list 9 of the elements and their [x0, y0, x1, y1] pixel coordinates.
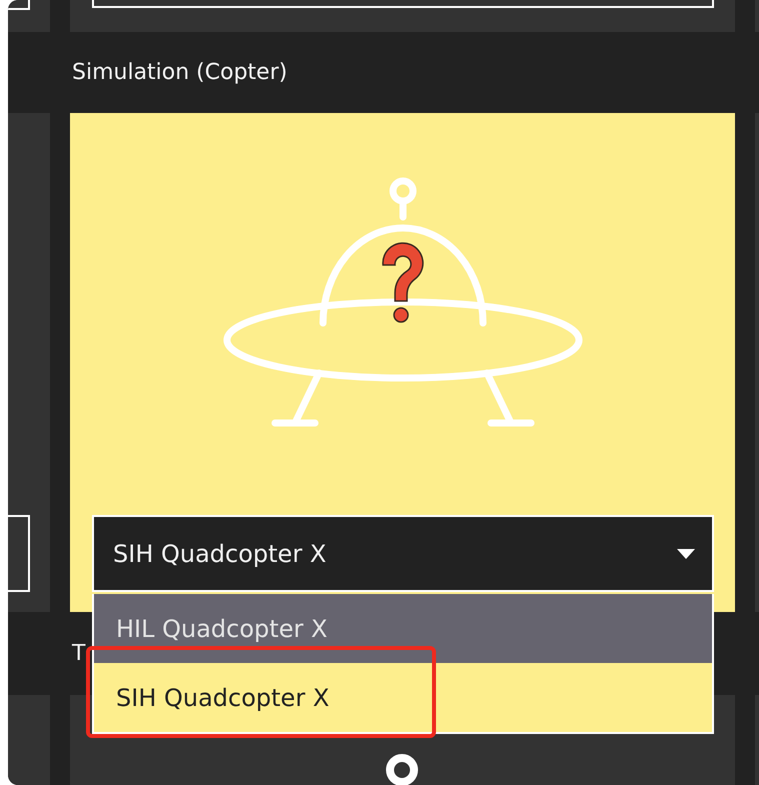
- airframe-card[interactable]: SIH Quadcopter X: [70, 113, 735, 612]
- ring-icon: [385, 753, 419, 785]
- section-title: Simulation (Copter): [71, 60, 288, 85]
- select-field[interactable]: [8, 515, 30, 592]
- dropdown-option[interactable]: SIH Quadcopter X: [94, 663, 712, 732]
- section-title: T: [71, 641, 86, 666]
- dropdown-option[interactable]: HIL Quadcopter X: [94, 594, 712, 663]
- airframe-dropdown[interactable]: SIH Quadcopter X: [92, 515, 714, 592]
- caret-icon: [676, 548, 696, 560]
